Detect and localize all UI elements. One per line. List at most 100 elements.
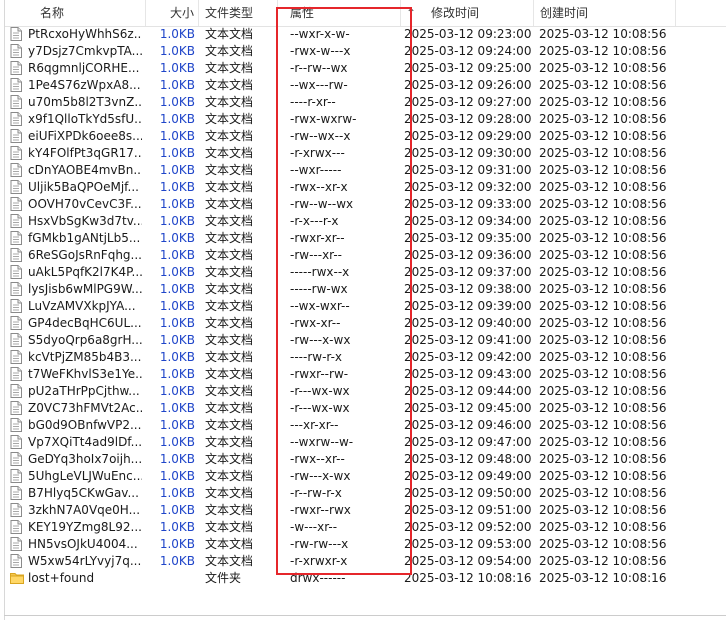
file-row[interactable]: fGMkb1gANtjLb5... 1.0KB 文本文档 -rwxr-xr-- 2025… <box>5 230 726 247</box>
file-name: 3zkhN7A0Vqe0H... <box>28 503 141 517</box>
created-time: 2025-03-12 10:08:56 <box>539 146 667 160</box>
file-row[interactable]: S5dyoQrp6a8grH... 1.0KB 文本文档 -rw---x-wx 2025… <box>5 332 726 349</box>
column-divider[interactable] <box>400 0 401 26</box>
created-time: 2025-03-12 10:08:56 <box>539 78 667 92</box>
created-time: 2025-03-12 10:08:56 <box>539 129 667 143</box>
file-row[interactable]: 1Pe4S76zWpxA8... 1.0KB 文本文档 --wx---rw- 2025-… <box>5 77 726 94</box>
file-row[interactable]: GeDYq3hoIx7oijh... 1.0KB 文本文档 -rwx--xr-- 202… <box>5 451 726 468</box>
column-divider[interactable] <box>675 0 676 26</box>
column-header-name[interactable]: 名称 <box>40 0 64 26</box>
file-size <box>145 570 195 587</box>
modified-time: 2025-03-12 09:39:00 <box>404 299 532 313</box>
file-attributes: --wx-wxr-- <box>290 299 350 313</box>
file-row[interactable]: GP4decBqHC6UL... 1.0KB 文本文档 -rwx-xr-- 2025-0… <box>5 315 726 332</box>
file-name: lost+found <box>28 571 95 585</box>
file-row[interactable]: LuVzAMVXkpJYA... 1.0KB 文本文档 --wx-wxr-- 2025-… <box>5 298 726 315</box>
file-row[interactable]: 6ReSGoJsRnFqhg... 1.0KB 文本文档 -rw---xr-- 2025… <box>5 247 726 264</box>
text-file-icon <box>10 247 24 264</box>
file-type: 文本文档 <box>205 520 254 534</box>
file-type: 文本文档 <box>205 469 254 483</box>
file-name: u70m5b8l2T3vnZ... <box>28 95 142 109</box>
created-time: 2025-03-12 10:08:56 <box>539 44 667 58</box>
modified-time: 2025-03-12 09:26:00 <box>404 78 532 92</box>
modified-time: 2025-03-12 09:52:00 <box>404 520 532 534</box>
file-row[interactable]: kY4FOlfPt3qGR17... 1.0KB 文本文档 -r-xrwx--- 202… <box>5 145 726 162</box>
column-header-attributes[interactable]: 属性 <box>290 0 314 26</box>
file-attributes: -rwx--xr-x <box>290 180 348 194</box>
created-time: 2025-03-12 10:08:56 <box>539 231 667 245</box>
file-row[interactable]: B7Hlyq5CKwGav... 1.0KB 文本文档 -r--rw-r-x 2025-… <box>5 485 726 502</box>
file-name: KEY19YZmg8L92... <box>28 520 142 534</box>
file-type: 文本文档 <box>205 27 254 41</box>
file-type: 文本文档 <box>205 435 254 449</box>
file-row[interactable]: bG0d9OBnfwVP2... 1.0KB 文本文档 ---xr-xr-- 2025-… <box>5 417 726 434</box>
file-row[interactable]: OOVH70vCevC3F... 1.0KB 文本文档 -rw--w--wx 2025-… <box>5 196 726 213</box>
file-name: cDnYAOBE4mvBn... <box>28 163 142 177</box>
file-row[interactable]: 3zkhN7A0Vqe0H... 1.0KB 文本文档 -rwxr--rwx 2025-… <box>5 502 726 519</box>
file-type: 文本文档 <box>205 452 254 466</box>
created-time: 2025-03-12 10:08:56 <box>539 265 667 279</box>
file-row[interactable]: lysJisb6wMlPG9W... 1.0KB 文本文档 -----rw-wx 202… <box>5 281 726 298</box>
created-time: 2025-03-12 10:08:56 <box>539 350 667 364</box>
modified-time: 2025-03-12 09:33:00 <box>404 197 532 211</box>
file-row[interactable]: y7Dsjz7CmkvpTA... 1.0KB 文本文档 -rwx-w---x 2025… <box>5 43 726 60</box>
file-row[interactable]: Vp7XQiTt4ad9lDf... 1.0KB 文本文档 --wxrw--w- 202… <box>5 434 726 451</box>
file-row[interactable]: PtRcxoHyWhhS6z... 1.0KB 文本文档 --wxr-x-w- 2025… <box>5 26 726 43</box>
modified-time: 2025-03-12 09:53:00 <box>404 537 532 551</box>
file-row[interactable]: Z0VC73hFMVt2Ac... 1.0KB 文本文档 -r---wx-wx 2025… <box>5 400 726 417</box>
file-type: 文本文档 <box>205 350 254 364</box>
text-file-icon <box>10 60 24 77</box>
text-file-icon <box>10 400 24 417</box>
file-size: 1.0KB <box>159 248 195 262</box>
file-row[interactable]: eiUFiXPDk6oee8s... 1.0KB 文本文档 -rw--wx--x 202… <box>5 128 726 145</box>
file-type: 文本文档 <box>205 486 254 500</box>
column-divider[interactable] <box>198 0 199 26</box>
file-row[interactable]: HsxVbSgKw3d7tv... 1.0KB 文本文档 -r-x---r-x 2025… <box>5 213 726 230</box>
column-divider[interactable] <box>145 0 146 26</box>
file-row[interactable]: Uljik5BaQPOeMjf... 1.0KB 文本文档 -rwx--xr-x 202… <box>5 179 726 196</box>
file-size: 1.0KB <box>159 401 195 415</box>
created-time: 2025-03-12 10:08:56 <box>539 384 667 398</box>
file-name: eiUFiXPDk6oee8s... <box>28 129 142 143</box>
file-name: x9f1QlloTkYd5sfU... <box>28 112 142 126</box>
file-row[interactable]: cDnYAOBE4mvBn... 1.0KB 文本文档 --wxr----- 2025-… <box>5 162 726 179</box>
file-row[interactable]: HN5vsOJkU4004... 1.0KB 文本文档 -rw-rw---x 2025-… <box>5 536 726 553</box>
file-size: 1.0KB <box>159 452 195 466</box>
modified-time: 2025-03-12 09:43:00 <box>404 367 532 381</box>
column-divider[interactable] <box>533 0 534 26</box>
file-attributes: -rwx-xr-- <box>290 316 341 330</box>
modified-time: 2025-03-12 09:54:00 <box>404 554 532 568</box>
file-size: 1.0KB <box>159 231 195 245</box>
file-row[interactable]: R6qgmnljCORHE... 1.0KB 文本文档 -r--rw--wx 2025-… <box>5 60 726 77</box>
file-row[interactable]: KEY19YZmg8L92... 1.0KB 文本文档 -w---xr-- 2025-0… <box>5 519 726 536</box>
file-attributes: -rw---xr-- <box>290 248 342 262</box>
column-header-created[interactable]: 创建时间 <box>540 0 588 26</box>
file-type: 文本文档 <box>205 299 254 313</box>
file-row[interactable]: W5xw54rLYvyj7q... 1.0KB 文本文档 -r-xrwxr-x 2025… <box>5 553 726 570</box>
file-type: 文本文档 <box>205 401 254 415</box>
file-attributes: -rwxr-xr-- <box>290 231 345 245</box>
file-row[interactable]: pU2aTHrPpCjthw... 1.0KB 文本文档 -r---wx-wx 2025… <box>5 383 726 400</box>
created-time: 2025-03-12 10:08:56 <box>539 299 667 313</box>
file-row[interactable]: 5UhgLeVLJWuEnc... 1.0KB 文本文档 -rw---x-wx 2025… <box>5 468 726 485</box>
file-row[interactable]: u70m5b8l2T3vnZ... 1.0KB 文本文档 ----r-xr-- 2025… <box>5 94 726 111</box>
column-header-type[interactable]: 文件类型 <box>205 0 253 26</box>
folder-row[interactable]: lost+found 文件夹 drwx------ 2025-03-12 10:08:… <box>5 570 726 587</box>
column-divider[interactable] <box>277 0 278 26</box>
file-type: 文本文档 <box>205 554 254 568</box>
text-file-icon <box>10 179 24 196</box>
file-type: 文本文档 <box>205 316 254 330</box>
file-attributes: -r-x---r-x <box>290 214 339 228</box>
file-row[interactable]: t7WeFKhvlS3e1Ye... 1.0KB 文本文档 -rwxr--rw- 202… <box>5 366 726 383</box>
created-time: 2025-03-12 10:08:56 <box>539 197 667 211</box>
file-type: 文本文档 <box>205 146 254 160</box>
file-type: 文本文档 <box>205 95 254 109</box>
column-header-modified[interactable]: 修改时间 <box>431 0 479 26</box>
file-name: B7Hlyq5CKwGav... <box>28 486 139 500</box>
column-header-size[interactable]: 大小 <box>170 0 194 26</box>
file-row[interactable]: kcVtPjZM85b4B3... 1.0KB 文本文档 ----rw-r-x 2025… <box>5 349 726 366</box>
file-name: GeDYq3hoIx7oijh... <box>28 452 142 466</box>
modified-time: 2025-03-12 09:32:00 <box>404 180 532 194</box>
file-row[interactable]: uAkL5PqfK2l7K4P... 1.0KB 文本文档 -----rwx--x 20… <box>5 264 726 281</box>
file-row[interactable]: x9f1QlloTkYd5sfU... 1.0KB 文本文档 -rwx-wxrw- 20… <box>5 111 726 128</box>
